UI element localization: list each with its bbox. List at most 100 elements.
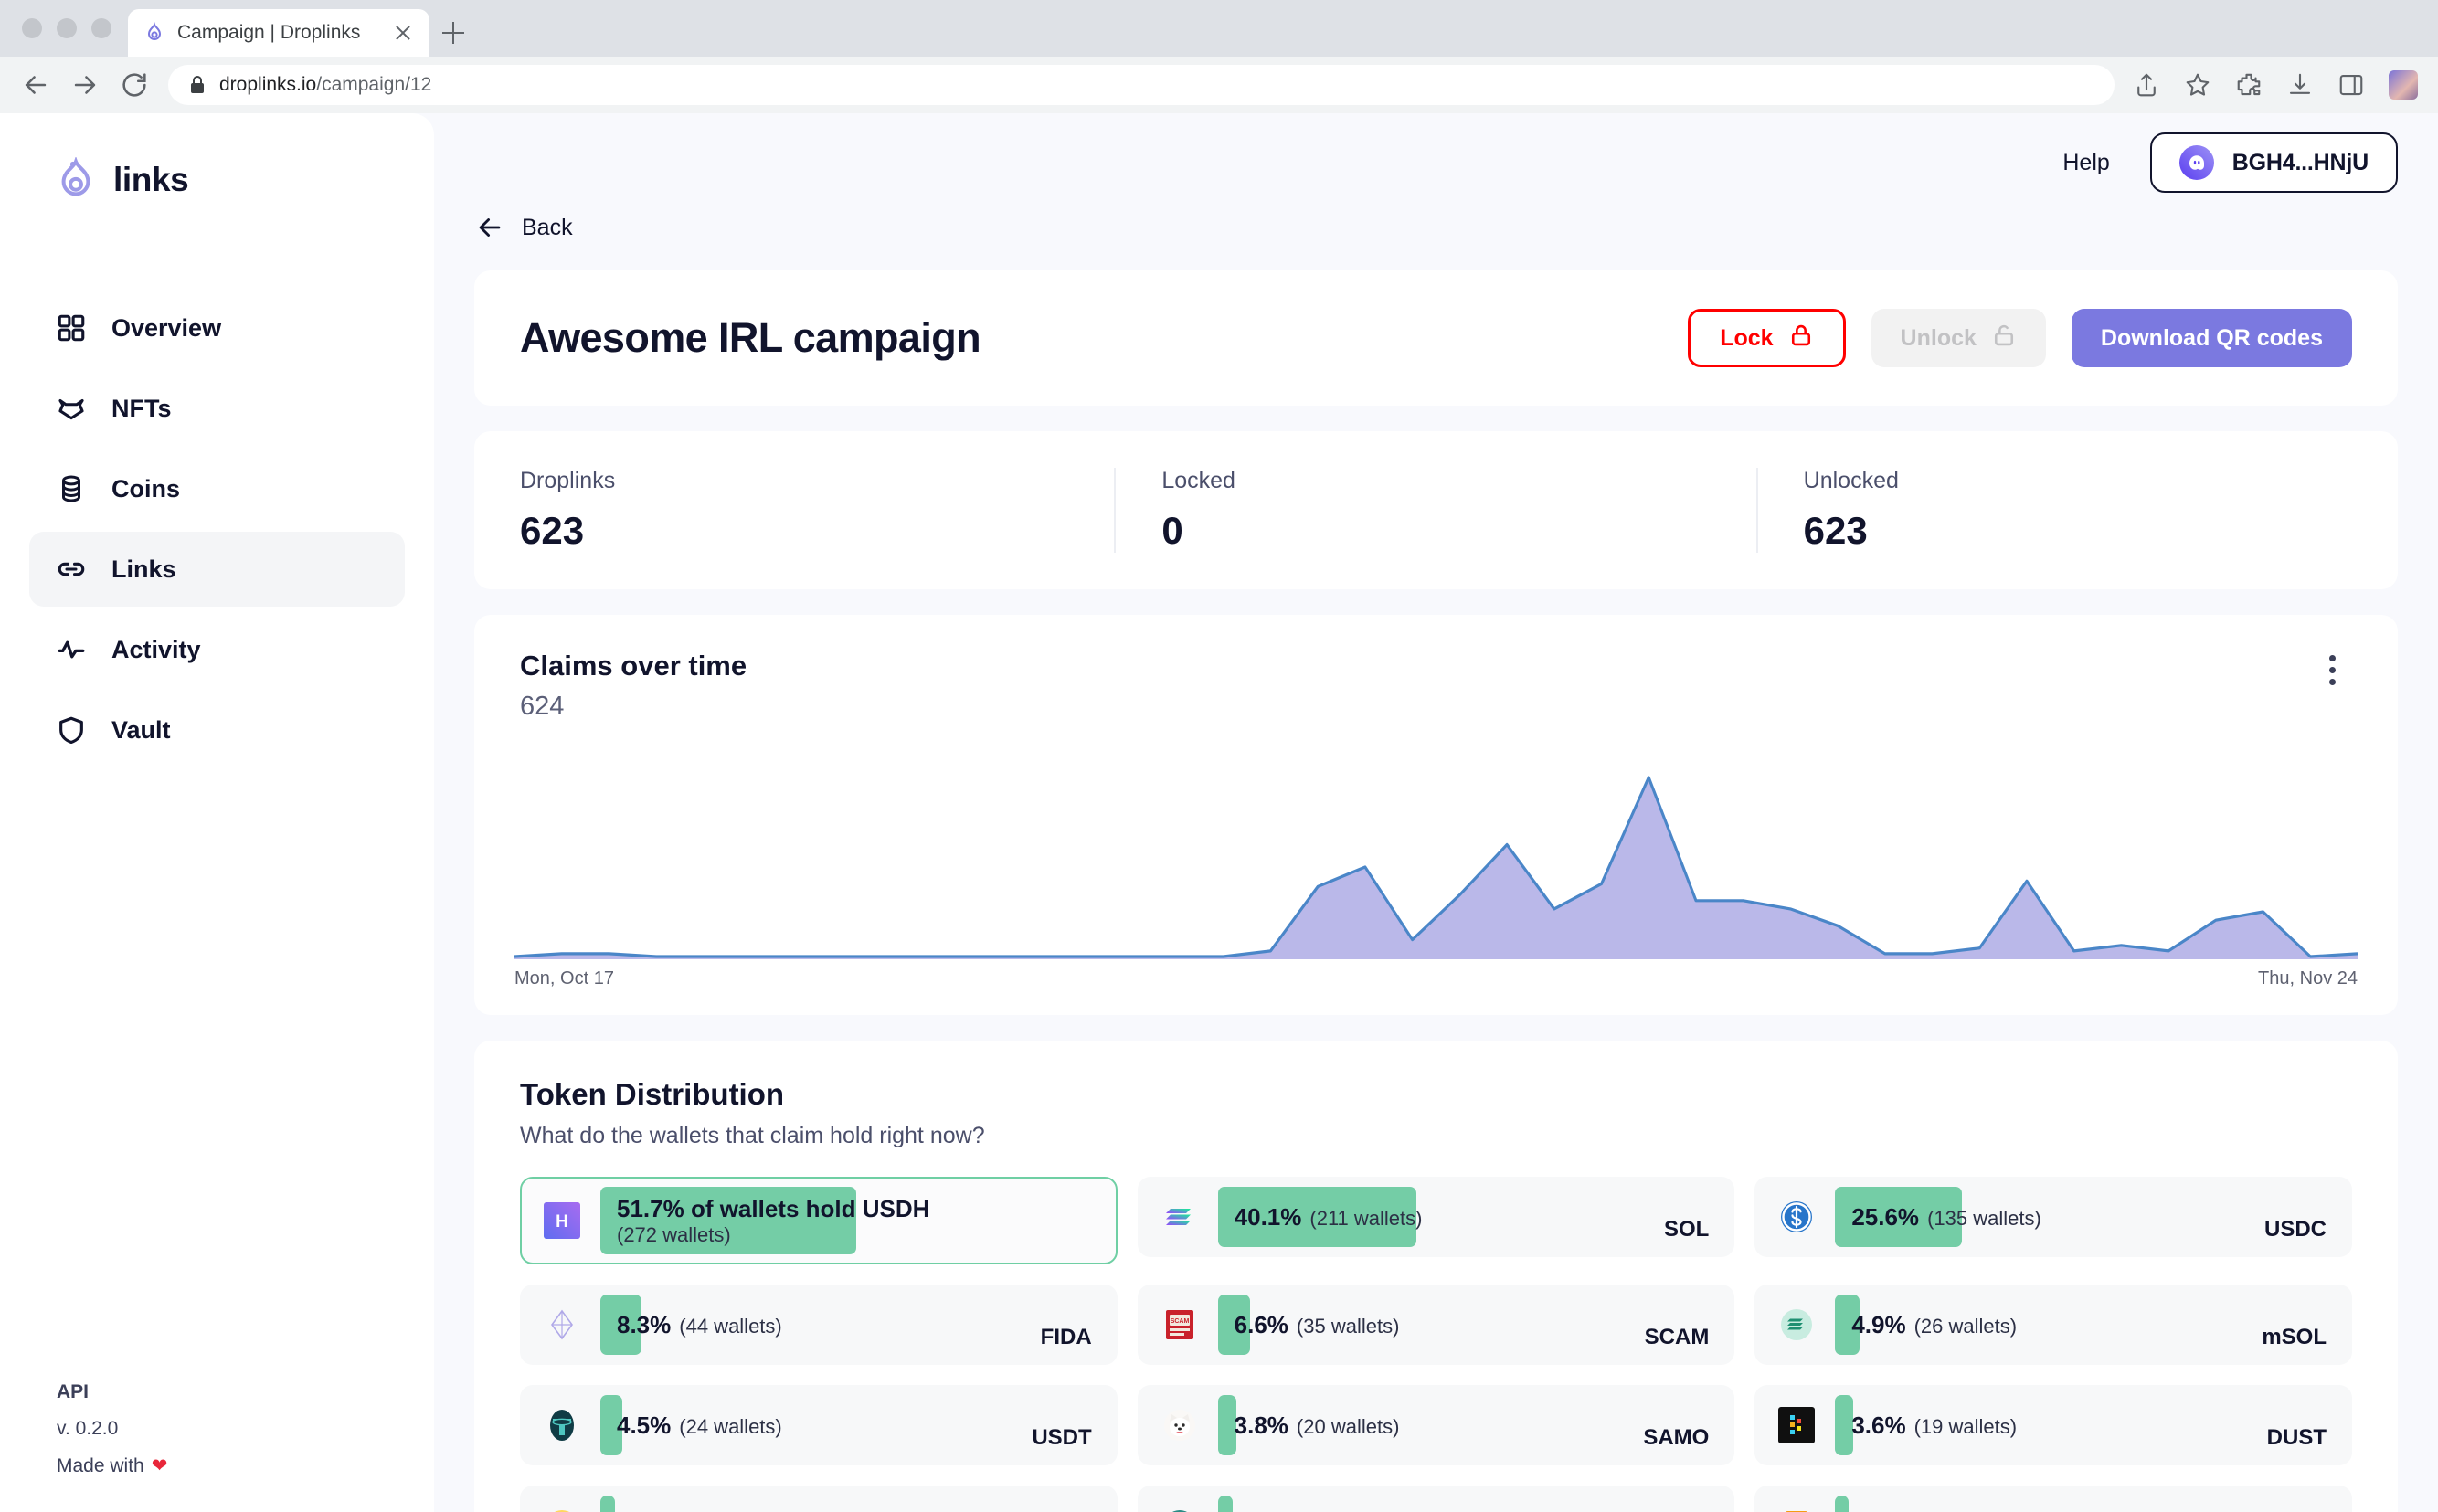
help-link[interactable]: Help <box>2062 150 2109 176</box>
forward-navigation-icon[interactable] <box>69 69 101 100</box>
sidebar-item-activity[interactable]: Activity <box>29 612 405 687</box>
close-tab-icon[interactable] <box>391 21 415 45</box>
sidebar-item-vault[interactable]: Vault <box>29 693 405 767</box>
samo-icon <box>1160 1405 1200 1445</box>
wallet-button[interactable]: BGH4...HNjU <box>2149 132 2398 193</box>
token-row[interactable]: 3%(16 wallets)MNDE <box>1137 1486 1735 1512</box>
sidebar-item-overview[interactable]: Overview <box>29 291 405 365</box>
minimize-window-button[interactable] <box>57 18 77 38</box>
sidebar-item-links[interactable]: Links <box>29 532 405 607</box>
chart-svg <box>514 776 2358 959</box>
token-symbol: SAMO <box>1643 1425 1710 1450</box>
solana-icon <box>1160 1197 1200 1237</box>
main-content: Help BGH4...HNjU Back Awesome IRL campai… <box>434 113 2438 1512</box>
usdh-icon: H <box>542 1200 582 1241</box>
token-line: 4.9% (26 wallets) <box>1851 1311 2017 1339</box>
token-headline: 51.7% of wallets hold USDH <box>617 1194 930 1222</box>
stat-value: 623 <box>1803 509 1868 552</box>
unlock-button[interactable]: Unlock <box>1871 309 2046 367</box>
made-with-label: Made with ❤ <box>57 1454 377 1477</box>
sidepanel-icon[interactable] <box>2337 71 2365 99</box>
token-row[interactable]: 40.1% (211 wallets) SOL <box>1137 1177 1735 1257</box>
page-content: Back Awesome IRL campaign Lock Unlock Do… <box>434 212 2438 1512</box>
back-label: Back <box>522 214 573 240</box>
grid-icon <box>55 312 88 344</box>
token-percent: 8.3% <box>617 1310 672 1338</box>
token-text: 4.9% (26 wallets) <box>1835 1311 2017 1339</box>
mnde-icon <box>1160 1506 1200 1512</box>
chart-titles: Claims over time 624 <box>520 650 747 722</box>
token-list: H 51.7% of wallets hold USDH (272 wallets)… <box>520 1177 2352 1512</box>
chart-options-kebab-icon[interactable] <box>2312 650 2352 690</box>
window-controls[interactable] <box>16 0 128 57</box>
token-row[interactable]: 25.6% (135 wallets) USDC <box>1754 1177 2352 1257</box>
svg-text:H: H <box>556 1212 568 1232</box>
brand-logo[interactable]: links <box>0 157 434 203</box>
token-bar-track: 3%(16 wallets) <box>1217 1487 1713 1512</box>
sidebar-item-nfts[interactable]: NFTs <box>29 371 405 446</box>
token-row[interactable]: 3.6% (19 wallets) DUST <box>1754 1385 2352 1465</box>
msol-icon <box>1776 1305 1817 1345</box>
arrow-left-icon <box>474 212 505 243</box>
token-text: 25.6% (135 wallets) <box>1835 1203 2040 1232</box>
token-text: 51.7% of wallets hold USDH (272 wallets) <box>600 1195 929 1247</box>
back-button[interactable]: Back <box>474 212 2398 243</box>
token-line: 3.8% (20 wallets) <box>1235 1412 1400 1440</box>
token-row[interactable]: SCAM 6.6% (35 wallets) SCAM <box>1137 1285 1735 1365</box>
browser-tab-title: Campaign | Droplinks <box>177 22 361 43</box>
extensions-puzzle-icon[interactable] <box>2235 71 2263 99</box>
new-tab-button[interactable] <box>429 9 477 57</box>
token-wallets: (26 wallets) <box>1913 1314 2018 1338</box>
sidebar-item-label: Vault <box>111 715 171 744</box>
fox-icon <box>55 392 88 425</box>
coins-stack-icon <box>55 472 88 505</box>
token-symbol: mSOL <box>2262 1325 2327 1349</box>
token-symbol: USDT <box>1032 1425 1092 1450</box>
api-link[interactable]: API <box>57 1381 377 1403</box>
token-row[interactable]: 4.5% (24 wallets) USDT <box>520 1385 1118 1465</box>
token-row[interactable]: 8.3% (44 wallets) FIDA <box>520 1285 1118 1365</box>
token-row[interactable]: 2.8%(15 wallets)RLB <box>1754 1486 2352 1512</box>
browser-window: Campaign | Droplinks droplinks.io/campai… <box>0 0 2438 1512</box>
maximize-window-button[interactable] <box>91 18 111 38</box>
token-row[interactable]: 3.8% (20 wallets) SAMO <box>1137 1385 1735 1465</box>
browser-tab[interactable]: Campaign | Droplinks <box>128 9 429 57</box>
bookmark-star-icon[interactable] <box>2184 71 2211 99</box>
link-chain-icon <box>55 553 88 586</box>
reload-icon[interactable] <box>119 69 150 100</box>
stat-label: Unlocked <box>1803 468 1899 493</box>
token-text: 40.1% (211 wallets) <box>1218 1203 1423 1232</box>
token-row[interactable]: 3%(16 wallets)ORCA <box>520 1486 1118 1512</box>
lock-button[interactable]: Lock <box>1688 309 1846 367</box>
token-row-featured[interactable]: H 51.7% of wallets hold USDH (272 wallets) <box>520 1177 1118 1264</box>
browser-profile-avatar[interactable] <box>2389 70 2418 100</box>
close-window-button[interactable] <box>22 18 42 38</box>
axis-end-label: Thu, Nov 24 <box>2258 968 2358 989</box>
token-bar-track: 4.5% (24 wallets) <box>600 1387 1096 1464</box>
share-icon[interactable] <box>2133 71 2160 99</box>
token-bar-track: 6.6% (35 wallets) <box>1217 1286 1713 1363</box>
sidebar-item-coins[interactable]: Coins <box>29 451 405 526</box>
address-bar[interactable]: droplinks.io/campaign/12 <box>168 65 2115 105</box>
wallet-avatar-icon <box>2178 145 2214 180</box>
droplinks-favicon <box>143 21 166 45</box>
token-bar-track: 25.6% (135 wallets) <box>1835 1179 2330 1255</box>
dust-icon <box>1776 1405 1817 1445</box>
chart-subtitle: 624 <box>520 692 565 721</box>
token-row[interactable]: 4.9% (26 wallets) mSOL <box>1754 1285 2352 1365</box>
token-line: 8.3% (44 wallets) <box>617 1311 782 1339</box>
back-navigation-icon[interactable] <box>20 69 51 100</box>
rlb-icon <box>1776 1506 1817 1512</box>
usdt-icon <box>542 1405 582 1445</box>
token-percent: 4.5% <box>617 1411 672 1439</box>
download-qr-codes-button[interactable]: Download QR codes <box>2071 309 2352 367</box>
lock-button-label: Lock <box>1720 324 1774 351</box>
token-symbol: USDC <box>2263 1217 2327 1242</box>
token-symbol: SCAM <box>1644 1325 1710 1349</box>
token-wallets: (44 wallets) <box>679 1314 782 1338</box>
downloads-icon[interactable] <box>2286 71 2314 99</box>
header: Help BGH4...HNjU <box>434 113 2438 212</box>
token-percent: 3.6% <box>1851 1411 1906 1439</box>
chart-header: Claims over time 624 <box>474 650 2398 722</box>
url-path: /campaign/12 <box>316 74 432 95</box>
